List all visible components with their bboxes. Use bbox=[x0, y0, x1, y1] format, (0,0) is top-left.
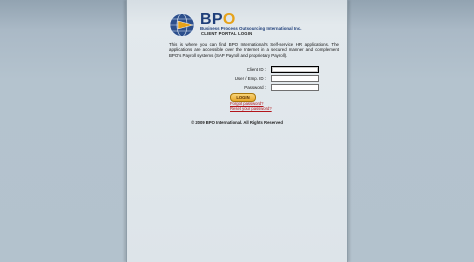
password-row: Password : bbox=[169, 84, 339, 91]
intro-text: This is where you can find BPO Internati… bbox=[169, 42, 339, 58]
client-id-label: Client ID : bbox=[246, 67, 266, 72]
copyright-text: © 2009 BPO International. All Rights Res… bbox=[191, 120, 283, 125]
password-label: Password : bbox=[244, 85, 266, 90]
client-id-row: Client ID : bbox=[169, 66, 339, 73]
reset-password-link[interactable]: Reset your password? bbox=[230, 106, 272, 111]
login-panel: BPO Business Process Outsourcing Interna… bbox=[126, 0, 348, 262]
portal-label: CLIENT PORTAL LOGIN bbox=[201, 31, 253, 36]
user-id-row: User / Emp. ID : bbox=[169, 75, 339, 82]
client-id-input[interactable] bbox=[271, 66, 319, 73]
user-id-input[interactable] bbox=[271, 75, 319, 82]
globe-logo-icon bbox=[169, 13, 195, 37]
company-logo: BPO Business Process Outsourcing Interna… bbox=[169, 11, 339, 38]
user-id-label: User / Emp. ID : bbox=[234, 76, 266, 81]
password-input[interactable] bbox=[271, 84, 319, 91]
